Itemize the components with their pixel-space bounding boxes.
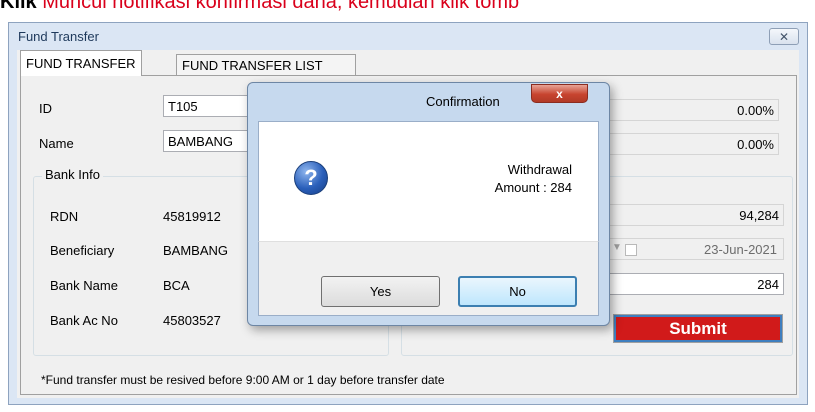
dialog-body: ? Withdrawal Amount : 284 (258, 121, 599, 241)
beneficiary-label: Beneficiary (50, 243, 115, 258)
name-label: Name (39, 136, 74, 151)
bank-info-title: Bank Info (42, 167, 103, 182)
bank-ac-label: Bank Ac No (50, 313, 118, 328)
window-title: Fund Transfer (18, 29, 99, 44)
beneficiary-value: BAMBANG (163, 243, 229, 258)
transfer-date-value: 23-Jun-2021 (704, 242, 777, 257)
window-close-button[interactable]: ✕ (769, 28, 799, 45)
rdn-label: RDN (50, 209, 79, 224)
question-icon: ? (294, 161, 328, 195)
tab-fund-transfer[interactable]: FUND TRANSFER (20, 50, 142, 76)
dialog-title: Confirmation (426, 94, 500, 109)
instruction-caption: Klik Muncul notifikasi konfirmasi dana, … (0, 0, 520, 13)
message-line-1: Withdrawal (507, 162, 572, 177)
bank-ac-value: 45803527 (163, 313, 221, 328)
yes-button[interactable]: Yes (321, 276, 440, 307)
dropdown-arrow-icon: ▼ (612, 242, 622, 253)
transfer-date-picker[interactable]: ▼ 23-Jun-2021 (605, 238, 784, 260)
balance-field: 94,284 (605, 204, 784, 226)
id-label: ID (39, 101, 52, 116)
amount-field[interactable]: 284 (605, 273, 784, 295)
tab-fund-transfer-list[interactable]: FUND TRANSFER LIST (176, 54, 356, 75)
rdn-value: 45819912 (163, 209, 221, 224)
dialog-close-button[interactable]: x (531, 84, 588, 103)
id-field[interactable]: T105 (163, 95, 253, 117)
dialog-footer: Yes No (258, 241, 599, 316)
rate-field-1: 0.00% (605, 99, 779, 121)
message-line-2: Amount : 284 (494, 180, 572, 195)
date-checkbox[interactable] (625, 244, 637, 256)
bank-name-value: BCA (163, 278, 190, 293)
bank-name-label: Bank Name (50, 278, 118, 293)
name-field[interactable]: BAMBANG (163, 130, 253, 152)
footnote: *Fund transfer must be resived before 9:… (41, 373, 445, 387)
confirmation-dialog: Confirmation x ? Withdrawal Amount : 284… (247, 82, 610, 326)
rate-field-2: 0.00% (605, 133, 779, 155)
no-button[interactable]: No (458, 276, 577, 307)
dialog-message: Withdrawal Amount : 284 (495, 161, 572, 197)
submit-button[interactable]: Submit (613, 314, 783, 343)
